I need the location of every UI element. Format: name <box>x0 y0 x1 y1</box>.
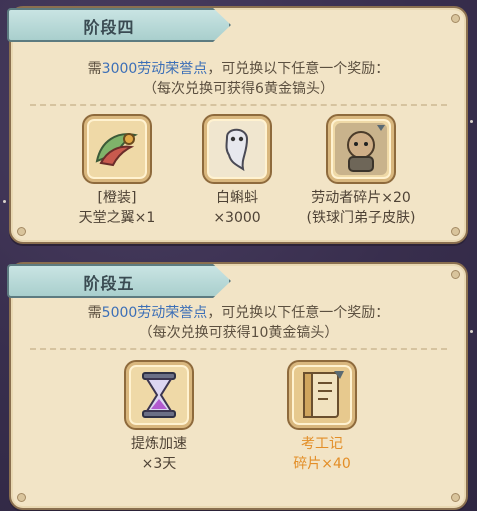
requirement-suffix: ，可兑换以下任意一个奖励： <box>207 61 390 77</box>
requirement-points: 3000劳动荣誉点 <box>101 61 208 77</box>
stage-five-banner: 阶段五 <box>7 264 231 298</box>
reward-line1: 白蝌蚪 <box>216 190 258 206</box>
stage-five-note: （每次兑换可获得10黄金镐头） <box>138 325 339 341</box>
panel-corner-rivet <box>451 227 460 236</box>
reward-line2: 碎片×40 <box>293 456 351 472</box>
reward-line2: ×3天 <box>141 456 177 472</box>
reward-white-tadpole[interactable]: 白蝌蚪 ×3000 <box>172 116 302 228</box>
hourglass-icon <box>126 362 192 428</box>
reward-kaogongji-fragment[interactable]: 考工记 碎片×40 <box>257 362 387 474</box>
stage-title: 阶段五 <box>83 274 135 293</box>
panel-corner-rivet <box>451 270 460 279</box>
stage-four-note: （每次兑换可获得6黄金镐头） <box>143 81 334 97</box>
stage-five-panel <box>9 262 468 510</box>
star-decoration <box>470 120 473 123</box>
reward-line1: [橙装] <box>97 190 137 206</box>
reward-refine-speedup[interactable]: 提炼加速 ×3天 <box>94 362 224 474</box>
reward-line2: ×3000 <box>213 210 261 226</box>
kaogongji-book-icon <box>289 362 355 428</box>
panel-corner-rivet <box>451 14 460 23</box>
reward-line2: 天堂之翼×1 <box>78 210 156 226</box>
star-decoration <box>3 200 6 203</box>
reward-angel-wing[interactable]: [橙装] 天堂之翼×1 <box>52 116 182 228</box>
angel-wing-icon <box>84 116 150 182</box>
stage-four-requirement: 需3000劳动荣誉点，可兑换以下任意一个奖励： <box>0 58 477 78</box>
stage-five-requirement: 需5000劳动荣誉点，可兑换以下任意一个奖励： <box>0 302 477 322</box>
reward-line1: 劳动者碎片×20 <box>311 190 411 206</box>
reward-line1: 提炼加速 <box>131 436 187 452</box>
reward-worker-fragment[interactable]: 劳动者碎片×20 (铁球门弟子皮肤) <box>296 116 426 228</box>
reward-line1: 考工记 <box>301 436 343 452</box>
panel-corner-rivet <box>17 227 26 236</box>
reward-line2: (铁球门弟子皮肤) <box>306 210 416 226</box>
white-tadpole-icon <box>204 116 270 182</box>
requirement-suffix: ，可兑换以下任意一个奖励： <box>207 305 390 321</box>
panel-corner-rivet <box>17 493 26 502</box>
stage-title: 阶段四 <box>83 18 135 37</box>
dashed-divider <box>30 104 447 106</box>
dashed-divider <box>30 348 447 350</box>
stage-four-banner: 阶段四 <box>7 8 231 42</box>
requirement-points: 5000劳动荣誉点 <box>101 305 208 321</box>
panel-corner-rivet <box>451 493 460 502</box>
requirement-prefix: 需 <box>87 305 102 321</box>
requirement-prefix: 需 <box>87 61 102 77</box>
worker-fragment-icon <box>328 116 394 182</box>
